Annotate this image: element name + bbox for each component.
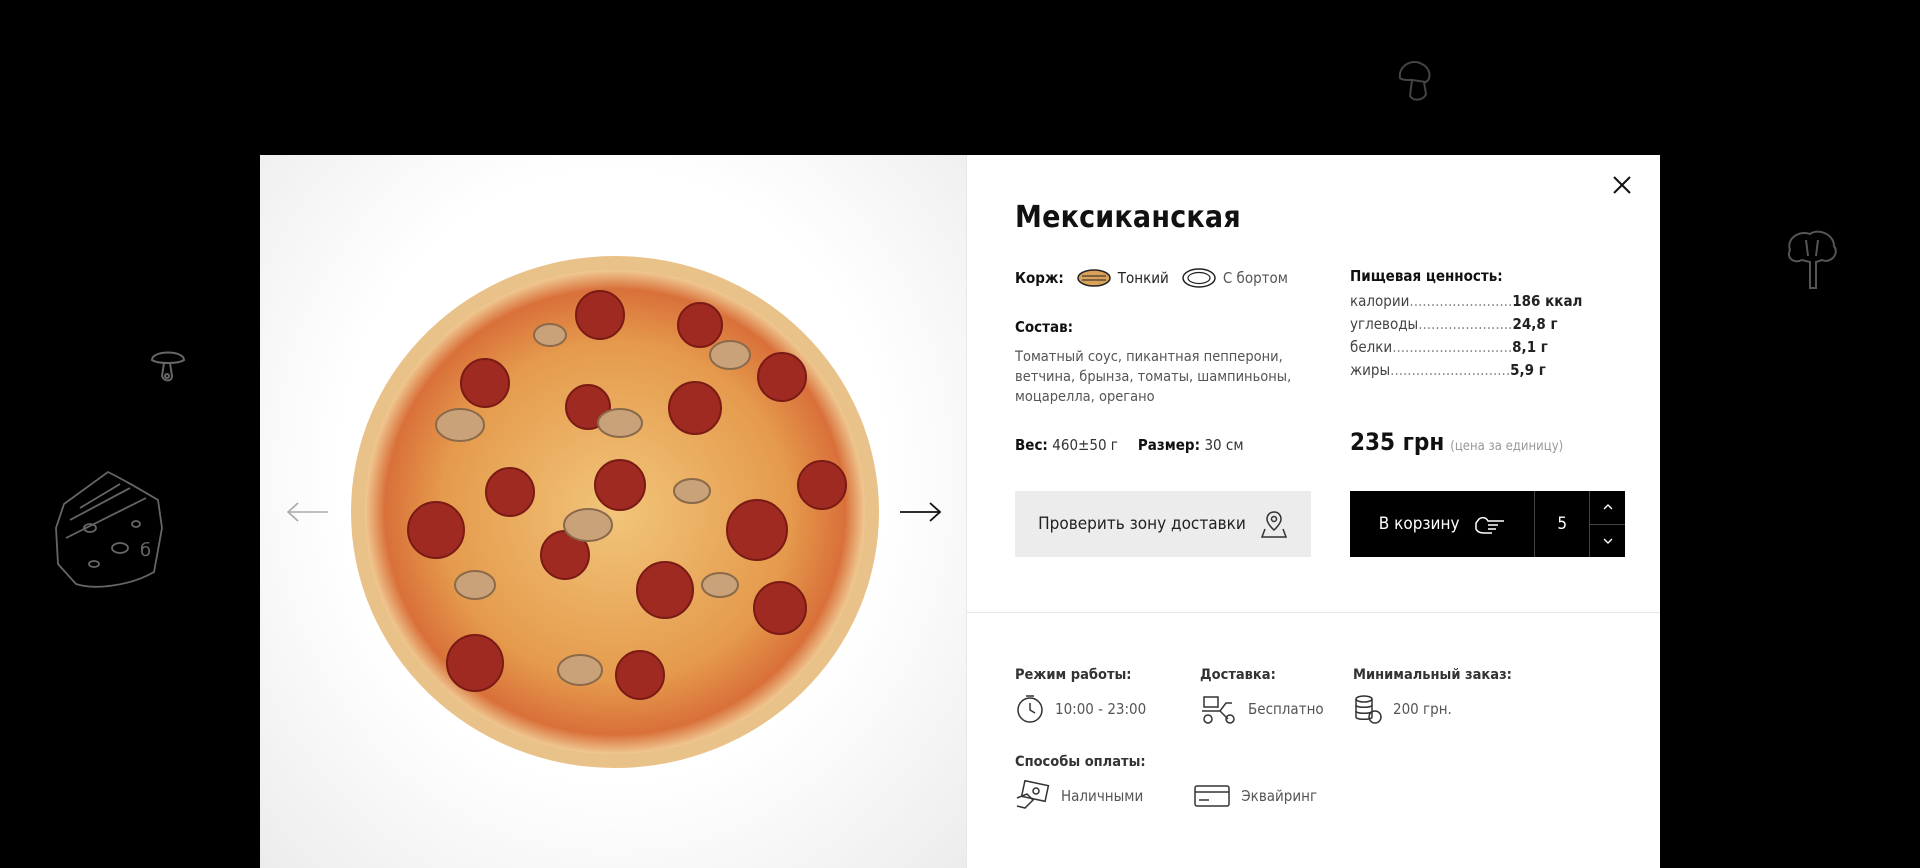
mushroom-icon — [1398, 60, 1431, 101]
working-hours: Режим работы: 10:00 - 23:00 — [1015, 667, 1146, 725]
payment-cash: Наличными — [1015, 780, 1143, 812]
scooter-icon — [1202, 696, 1235, 724]
add-to-cart-button[interactable]: В корзину — [1350, 491, 1536, 557]
payment-card-label: Эквайринг — [1241, 787, 1318, 805]
thin-crust-icon — [1077, 269, 1111, 287]
composition: Состав: Томатный соус, пикантная пепперо… — [1015, 318, 1315, 407]
card-icon — [1194, 785, 1230, 807]
broccoli-icon — [1788, 230, 1837, 289]
crust-border-icon — [1182, 268, 1216, 288]
quantity-increase-button[interactable] — [1590, 491, 1625, 525]
svg-text:б: б — [140, 540, 151, 561]
nutrition-row: белки ............................ 8,1 г — [1350, 338, 1610, 356]
chevron-up-icon — [1603, 504, 1613, 510]
payment-cash-label: Наличными — [1061, 787, 1144, 805]
delivery-value: Бесплатно — [1248, 700, 1324, 718]
nutrition-label: Пищевая ценность: — [1350, 267, 1503, 285]
nutrition-row: калории ........................ 186 кка… — [1350, 292, 1610, 310]
quantity-stepper — [1590, 491, 1625, 557]
cheese-icon: б — [55, 470, 163, 588]
payment-methods: Способы оплаты: Наличными Эквайринг — [1015, 754, 1317, 812]
add-to-cart-label: В корзину — [1378, 514, 1460, 534]
close-icon[interactable] — [1610, 173, 1634, 197]
product-details-pane: Мексиканская Корж: Тонкий С бортом Соста… — [967, 155, 1660, 868]
cash-icon — [1016, 780, 1050, 809]
size-label: Размер: — [1137, 436, 1200, 454]
size-value: 30 см — [1204, 436, 1244, 454]
nutrition-value: 24,8 г — [1512, 315, 1558, 333]
crust-option-border[interactable]: С бортом — [1181, 267, 1288, 289]
min-order-info: Минимальный заказ: 200 грн. — [1353, 667, 1512, 725]
product-image-pane — [260, 155, 966, 868]
product-title: Мексиканская — [1015, 200, 1241, 235]
nutrition-name: калории — [1350, 292, 1410, 310]
nutrition-row: жиры ............................ 5,9 г — [1350, 361, 1610, 379]
quantity-value[interactable]: 5 — [1535, 491, 1591, 557]
clock-icon — [1017, 695, 1043, 723]
weight-value: 460±50 г — [1052, 436, 1118, 454]
nutrition-name: белки — [1350, 338, 1393, 356]
nutrition-dots: ........................ — [1409, 292, 1513, 310]
arrow-right-icon[interactable] — [898, 497, 942, 527]
crust-option-thin[interactable]: Тонкий — [1076, 268, 1169, 288]
weight-label: Вес: — [1015, 436, 1048, 454]
pointing-hand-icon — [1474, 516, 1504, 534]
nutrition-name: углеводы — [1350, 315, 1419, 333]
nutrition-panel: Пищевая ценность: калории ..............… — [1350, 267, 1610, 379]
product-modal: Мексиканская Корж: Тонкий С бортом Соста… — [260, 155, 1660, 868]
weight-size: Вес: 460±50 г Размер: 30 см — [1015, 436, 1244, 455]
min-order-label: Минимальный заказ: — [1353, 667, 1512, 683]
delivery-label: Доставка: — [1200, 667, 1276, 683]
coins-icon — [1355, 695, 1382, 724]
nutrition-value: 5,9 г — [1510, 361, 1546, 379]
nutrition-row: углеводы ...................... 24,8 г — [1350, 315, 1610, 333]
crust-selector: Корж: Тонкий С бортом — [1015, 267, 1288, 289]
delivery-info: Доставка: Бесплатно — [1200, 667, 1324, 725]
price: 235 грн (цена за единицу) — [1350, 428, 1563, 456]
working-hours-value: 10:00 - 23:00 — [1055, 700, 1147, 718]
payment-card: Эквайринг — [1193, 780, 1317, 812]
nutrition-value: 8,1 г — [1512, 338, 1548, 356]
map-pin-icon — [1260, 511, 1287, 538]
price-note: (цена за единицу) — [1450, 439, 1564, 454]
nutrition-dots: ............................ — [1392, 338, 1513, 356]
check-delivery-zone-label: Проверить зону доставки — [1038, 514, 1246, 534]
composition-label: Состав: — [1015, 318, 1074, 336]
crust-label: Корж: — [1015, 269, 1064, 287]
nutrition-dots: ...................... — [1418, 315, 1513, 333]
pizza-image — [350, 255, 880, 770]
min-order-value: 200 грн. — [1393, 700, 1452, 718]
mushroom-icon — [150, 351, 186, 382]
nutrition-dots: ............................ — [1390, 361, 1511, 379]
payment-methods-label: Способы оплаты: — [1015, 754, 1146, 770]
price-amount: 235 грн — [1350, 428, 1445, 456]
add-to-cart-group: В корзину 5 — [1350, 491, 1625, 557]
quantity-decrease-button[interactable] — [1590, 525, 1625, 558]
crust-option-border-label: С бортом — [1222, 269, 1288, 287]
section-divider — [967, 612, 1660, 613]
crust-option-thin-label: Тонкий — [1117, 269, 1169, 287]
check-delivery-zone-button[interactable]: Проверить зону доставки — [1015, 491, 1311, 557]
composition-text: Томатный соус, пикантная пепперони, ветч… — [1015, 349, 1292, 405]
nutrition-name: жиры — [1350, 361, 1391, 379]
arrow-left-icon[interactable] — [286, 497, 330, 527]
chevron-down-icon — [1603, 538, 1613, 544]
working-hours-label: Режим работы: — [1015, 667, 1132, 683]
nutrition-value: 186 ккал — [1512, 292, 1583, 310]
